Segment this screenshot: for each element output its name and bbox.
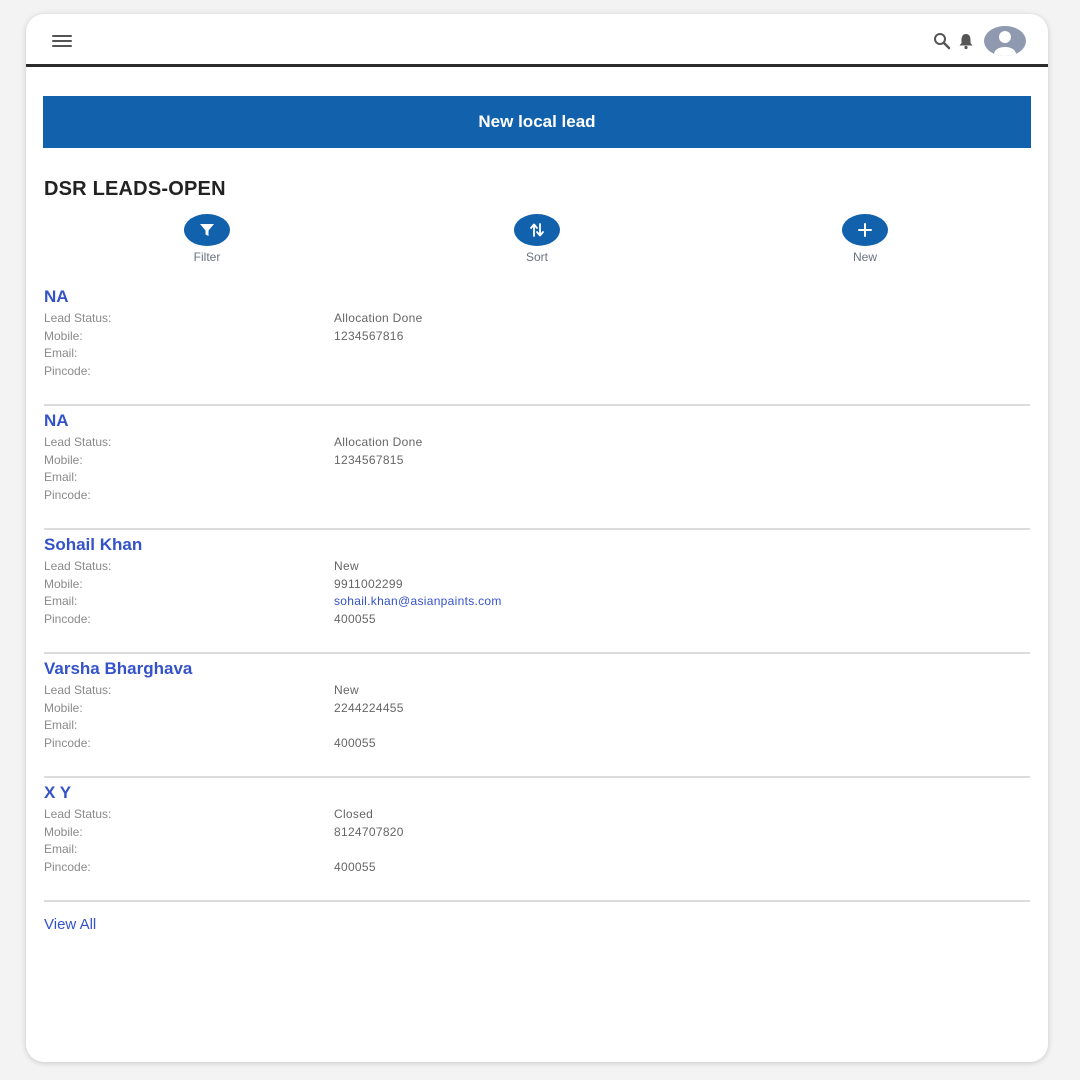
email-row: Email:: [44, 841, 1030, 859]
lead-status-label: Lead Status:: [44, 311, 112, 325]
plus-icon: [842, 214, 888, 246]
pincode-value: 400055: [334, 611, 376, 626]
lead-name-link[interactable]: Sohail Khan: [44, 532, 142, 558]
mobile-value: 1234567816: [334, 328, 404, 343]
lead-status-value: Closed: [334, 807, 374, 821]
filter-icon: [184, 214, 230, 246]
mobile-value: 8124707820: [334, 824, 404, 839]
lead-status-label: Lead Status:: [44, 807, 112, 821]
user-avatar-icon[interactable]: [984, 26, 1026, 56]
search-icon[interactable]: [932, 31, 952, 51]
sort-label: Sort: [525, 250, 548, 264]
mobile-label: Mobile:: [44, 328, 83, 343]
mobile-row: Mobile: 1234567816: [44, 328, 1030, 346]
lead-item[interactable]: NA Lead Status: Allocation Done Mobile: 12…: [44, 408, 1030, 530]
header-icons: [932, 26, 1026, 56]
lead-status-value: Allocation Done: [334, 311, 423, 325]
lead-item[interactable]: Sohail Khan Lead Status: New Mobile: 99110…: [44, 532, 1030, 654]
lead-status-row: Lead Status: Allocation Done: [44, 434, 1030, 452]
pincode-row: Pincode: 400055: [44, 735, 1030, 753]
email-row: Email:: [44, 345, 1030, 363]
hamburger-menu-icon[interactable]: [52, 35, 72, 47]
mobile-value: 2244224455: [334, 700, 404, 715]
lead-status-row: Lead Status: Closed: [44, 806, 1030, 824]
lead-item[interactable]: Varsha Bharghava Lead Status: New Mobile:…: [44, 656, 1030, 778]
mobile-value: 9911002299: [334, 576, 403, 591]
lead-status-value: Allocation Done: [334, 435, 423, 449]
email-value[interactable]: sohail.khan@asianpaints.com: [334, 593, 502, 611]
app-screen: New local lead DSR LEADS-OPEN Filter Sor…: [26, 14, 1048, 1062]
mobile-row: Mobile: 8124707820: [44, 824, 1030, 842]
email-label: Email:: [44, 594, 78, 608]
sort-button[interactable]: Sort: [492, 214, 582, 264]
mobile-label: Mobile:: [44, 576, 83, 591]
pincode-label: Pincode:: [44, 859, 91, 874]
lead-status-label: Lead Status:: [44, 435, 112, 449]
mobile-row: Mobile: 9911002299: [44, 576, 1030, 594]
pincode-row: Pincode:: [44, 487, 1030, 505]
mobile-label: Mobile:: [44, 824, 83, 839]
filter-button[interactable]: Filter: [162, 214, 252, 264]
pincode-value: 400055: [334, 735, 376, 750]
email-label: Email:: [44, 842, 78, 856]
lead-name-link[interactable]: NA: [44, 284, 69, 310]
list-actions: Filter Sort New: [26, 214, 1048, 274]
lead-name-link[interactable]: NA: [44, 408, 69, 434]
mobile-row: Mobile: 2244224455: [44, 700, 1030, 718]
new-local-lead-button[interactable]: New local lead: [43, 96, 1031, 148]
email-row: Email:: [44, 469, 1030, 487]
pincode-label: Pincode:: [44, 487, 91, 502]
pincode-value: 400055: [334, 859, 376, 874]
pincode-row: Pincode: 400055: [44, 611, 1030, 629]
lead-status-value: New: [334, 559, 359, 573]
bell-icon[interactable]: [956, 31, 976, 51]
pincode-row: Pincode: 400055: [44, 859, 1030, 877]
lead-status-row: Lead Status: New: [44, 682, 1030, 700]
lead-status-row: Lead Status: New: [44, 558, 1030, 576]
mobile-row: Mobile: 1234567815: [44, 452, 1030, 470]
lead-status-value: New: [334, 683, 359, 697]
new-button[interactable]: New: [820, 214, 910, 264]
lead-item[interactable]: NA Lead Status: Allocation Done Mobile: 12…: [44, 284, 1030, 406]
lead-name-link[interactable]: X Y: [44, 780, 71, 806]
sort-icon: [514, 214, 560, 246]
email-row: Email:: [44, 717, 1030, 735]
lead-status-label: Lead Status:: [44, 559, 112, 573]
pincode-label: Pincode:: [44, 735, 91, 750]
view-all-link[interactable]: View All: [44, 916, 96, 933]
page-title: DSR LEADS-OPEN: [44, 178, 226, 200]
pincode-row: Pincode:: [44, 363, 1030, 381]
new-label: New: [852, 250, 877, 264]
leads-list: NA Lead Status: Allocation Done Mobile: 12…: [44, 284, 1030, 904]
lead-status-label: Lead Status:: [44, 683, 112, 697]
lead-name-link[interactable]: Varsha Bharghava: [44, 656, 192, 682]
top-app-bar: [26, 14, 1048, 67]
pincode-label: Pincode:: [44, 611, 91, 626]
email-label: Email:: [44, 346, 78, 360]
lead-status-row: Lead Status: Allocation Done: [44, 310, 1030, 328]
pincode-label: Pincode:: [44, 363, 91, 378]
mobile-label: Mobile:: [44, 700, 83, 715]
filter-label: Filter: [193, 250, 221, 264]
email-label: Email:: [44, 470, 78, 484]
mobile-label: Mobile:: [44, 452, 83, 467]
email-label: Email:: [44, 718, 78, 732]
lead-item[interactable]: X Y Lead Status: Closed Mobile: 8124707820…: [44, 780, 1030, 902]
mobile-value: 1234567815: [334, 452, 404, 467]
email-row: Email: sohail.khan@asianpaints.com: [44, 593, 1030, 611]
